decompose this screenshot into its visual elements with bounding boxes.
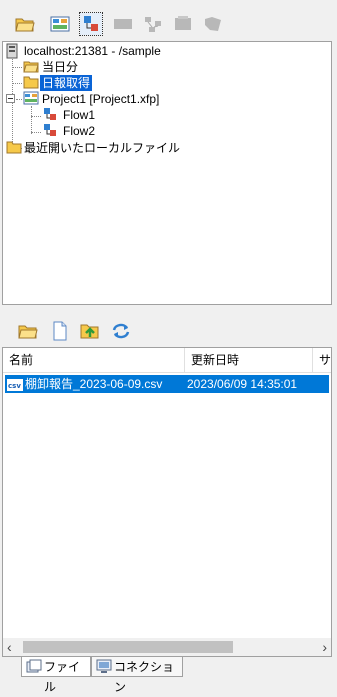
- scroll-right-icon[interactable]: ›: [322, 638, 327, 656]
- column-header-name[interactable]: 名前: [3, 348, 185, 372]
- tree-item-label: Flow1: [63, 108, 96, 122]
- tree-item-label: 日報取得: [40, 75, 93, 91]
- open-folder-icon[interactable]: [14, 13, 36, 35]
- tree-item-folder-daily-report[interactable]: 日報取得: [3, 75, 323, 91]
- tab-file[interactable]: ファイル: [21, 657, 91, 694]
- tab-bar: ファイル コネクション: [0, 657, 337, 694]
- flow-icon[interactable]: [79, 12, 103, 36]
- tree-item-project[interactable]: Project1 [Project1.xfp]: [3, 91, 323, 107]
- table-row[interactable]: csv 棚卸報告_2023-06-09.csv 2023/06/09 14:35…: [5, 375, 329, 393]
- scrollbar-thumb[interactable]: [23, 641, 233, 653]
- horizontal-scrollbar[interactable]: ‹ ›: [3, 638, 331, 656]
- scroll-left-icon[interactable]: ‹: [7, 638, 12, 656]
- tree-item-folder-current-day[interactable]: 当日分: [3, 59, 323, 75]
- file-modified: 2023/06/09 14:35:01: [187, 377, 298, 391]
- flow-icon: [43, 123, 59, 139]
- layout-icon[interactable]: [49, 13, 71, 35]
- disabled-icon-1[interactable]: [112, 13, 134, 35]
- csv-file-icon: csv: [7, 378, 23, 391]
- tree-item-label: 最近開いたローカルファイル: [24, 141, 181, 155]
- open-folder-icon[interactable]: [17, 320, 39, 342]
- project-icon: [23, 91, 39, 107]
- tree-toolbar: [0, 8, 337, 38]
- tree-item-flow2[interactable]: Flow2: [3, 123, 323, 139]
- tree-item-flow1[interactable]: Flow1: [3, 107, 323, 123]
- column-header-size[interactable]: サ: [313, 348, 331, 372]
- tab-label: ファイル: [44, 660, 81, 694]
- connection-tab-icon: [96, 659, 112, 681]
- tree-item-recent-local-files[interactable]: 最近開いたローカルファイル: [3, 140, 323, 156]
- collapse-toggle-icon[interactable]: [6, 91, 16, 107]
- column-header-modified[interactable]: 更新日時: [185, 348, 313, 372]
- tab-connection[interactable]: コネクション: [91, 657, 183, 694]
- disabled-icon-4[interactable]: [202, 13, 224, 35]
- disabled-icon-2[interactable]: [142, 13, 164, 35]
- file-tab-icon: [26, 659, 42, 681]
- folder-icon: [6, 140, 22, 156]
- tree-item-label: localhost:21381 - /sample: [24, 44, 161, 58]
- server-icon: [6, 43, 22, 59]
- tab-label: コネクション: [114, 660, 175, 694]
- svg-text:csv: csv: [8, 382, 21, 390]
- tree-item-label: 当日分: [42, 60, 79, 74]
- up-folder-icon[interactable]: [79, 320, 101, 342]
- folder-icon: [23, 75, 39, 91]
- file-name: 棚卸報告_2023-06-09.csv: [25, 377, 163, 391]
- tree-item-label: Project1 [Project1.xfp]: [42, 92, 160, 106]
- disabled-icon-3[interactable]: [172, 13, 194, 35]
- tree-item-label: Flow2: [63, 124, 96, 138]
- file-list-panel: 名前 更新日時 サ csv 棚卸報告_2023-06-09.csv 2023/0…: [2, 347, 332, 657]
- flow-icon: [43, 107, 59, 123]
- tree-item-server[interactable]: localhost:21381 - /sample: [3, 43, 323, 59]
- refresh-icon[interactable]: [110, 320, 132, 342]
- file-toolbar: [0, 315, 337, 345]
- folder-open-icon: [23, 59, 39, 75]
- new-file-icon[interactable]: [49, 320, 71, 342]
- tree-panel: localhost:21381 - /sample 当日分 日報取得 Proje…: [2, 41, 332, 305]
